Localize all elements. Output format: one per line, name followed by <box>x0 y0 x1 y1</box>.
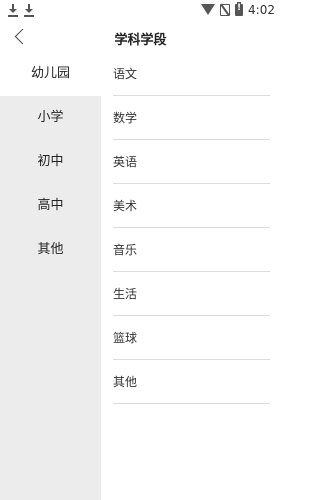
subject-item-music[interactable]: 音乐 <box>113 228 270 272</box>
subject-item-basketball[interactable]: 篮球 <box>113 316 270 360</box>
stage-sidebar: 幼儿园 小学 初中 高中 其他 <box>0 52 101 500</box>
header: 学科学段 <box>0 22 281 52</box>
subject-item-chinese[interactable]: 语文 <box>113 52 270 96</box>
status-right-icons: 4:02 <box>201 2 275 17</box>
status-left-icons <box>8 3 34 17</box>
status-time: 4:02 <box>248 3 275 17</box>
no-sim-icon <box>220 4 231 16</box>
subject-item-english[interactable]: 英语 <box>113 140 270 184</box>
sidebar-item-primary[interactable]: 小学 <box>0 96 101 140</box>
download-icon <box>8 3 18 17</box>
sidebar-item-junior-high[interactable]: 初中 <box>0 140 101 184</box>
battery-icon <box>235 2 244 16</box>
status-bar: 4:02 <box>0 0 281 22</box>
subject-item-other[interactable]: 其他 <box>113 360 270 404</box>
sidebar-item-other[interactable]: 其他 <box>0 228 101 272</box>
download-icon <box>24 3 34 17</box>
subject-item-life[interactable]: 生活 <box>113 272 270 316</box>
wifi-icon <box>201 4 216 16</box>
sidebar-item-kindergarten[interactable]: 幼儿园 <box>0 52 101 96</box>
subject-item-art[interactable]: 美术 <box>113 184 270 228</box>
page-title: 学科学段 <box>114 33 167 48</box>
subject-item-math[interactable]: 数学 <box>113 96 270 140</box>
sidebar-item-senior-high[interactable]: 高中 <box>0 184 101 228</box>
